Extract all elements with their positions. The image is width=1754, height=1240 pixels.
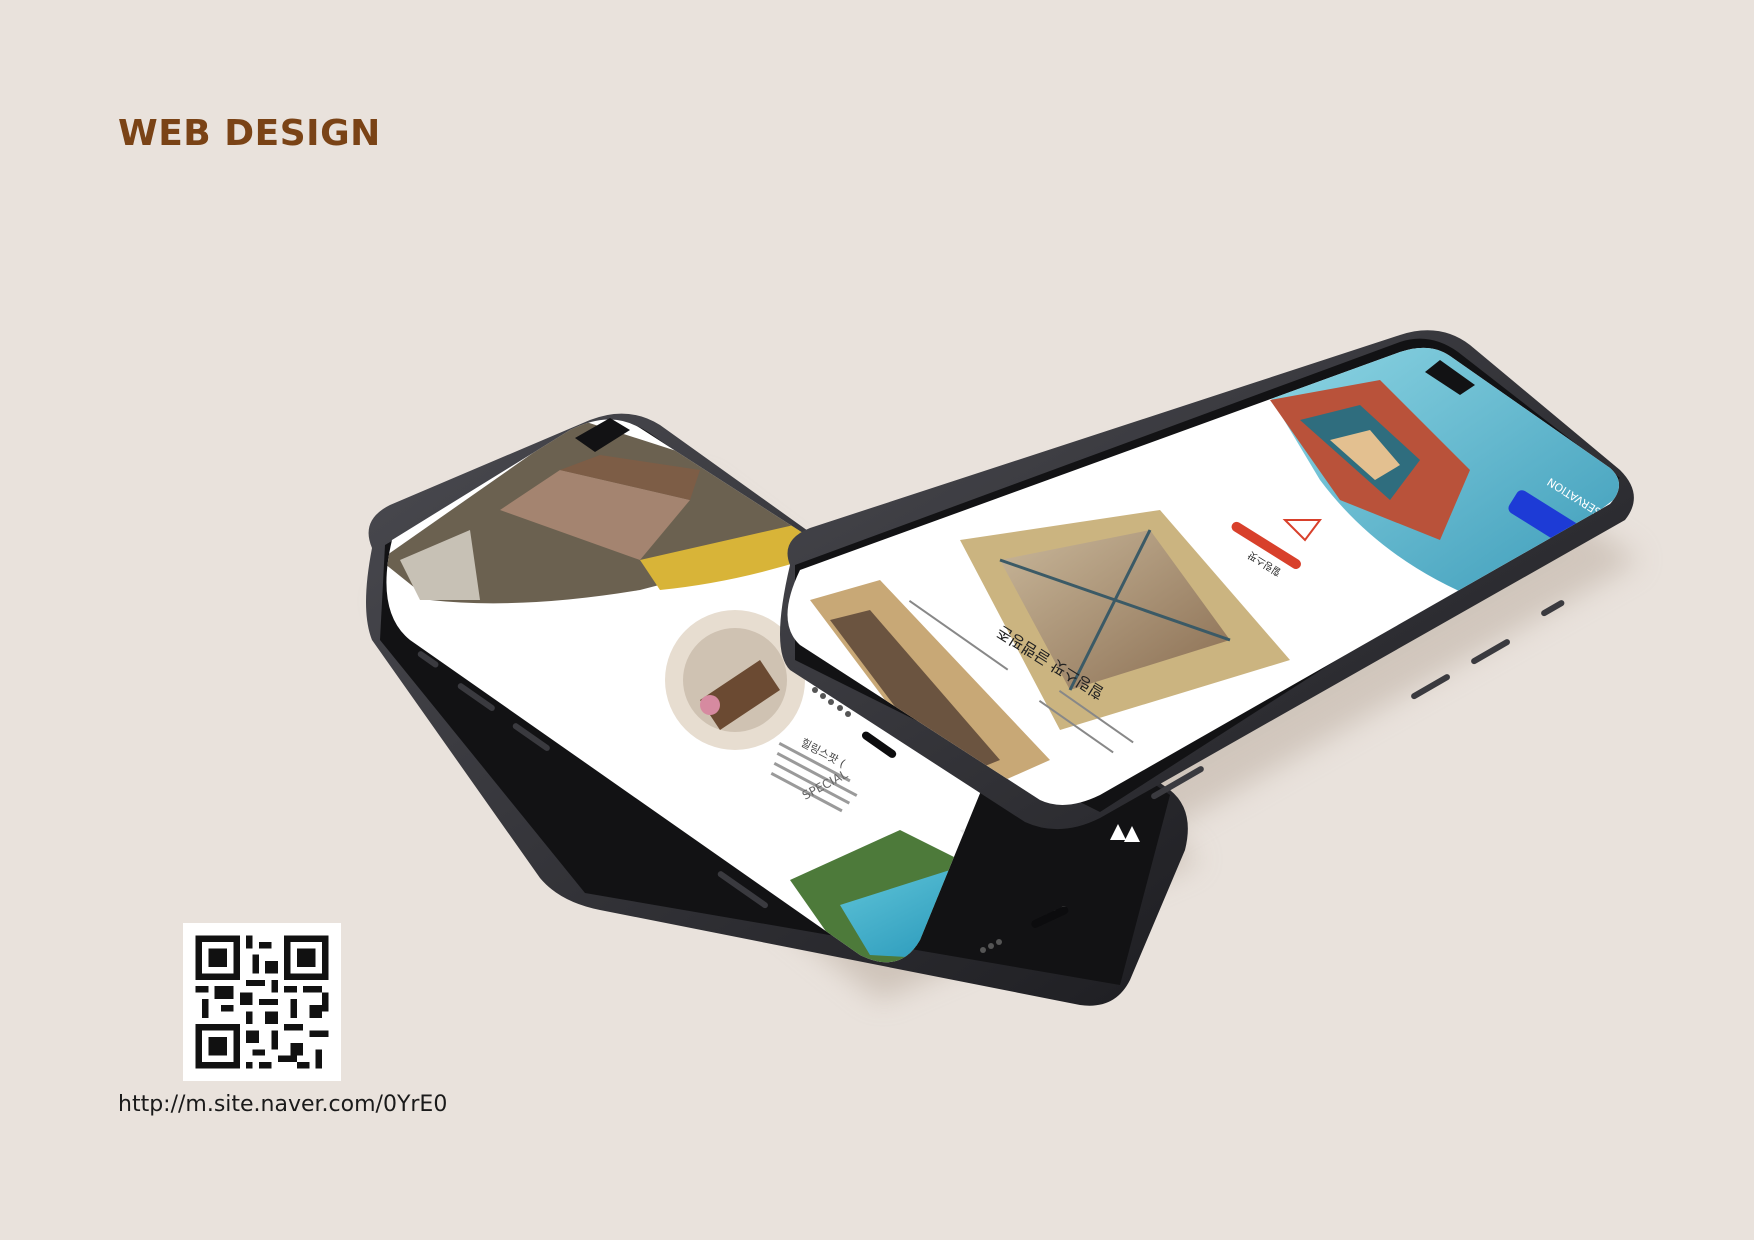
qr-code-icon xyxy=(183,923,341,1081)
qr-url-link[interactable]: http://m.site.naver.com/0YrE0 xyxy=(118,1092,447,1117)
